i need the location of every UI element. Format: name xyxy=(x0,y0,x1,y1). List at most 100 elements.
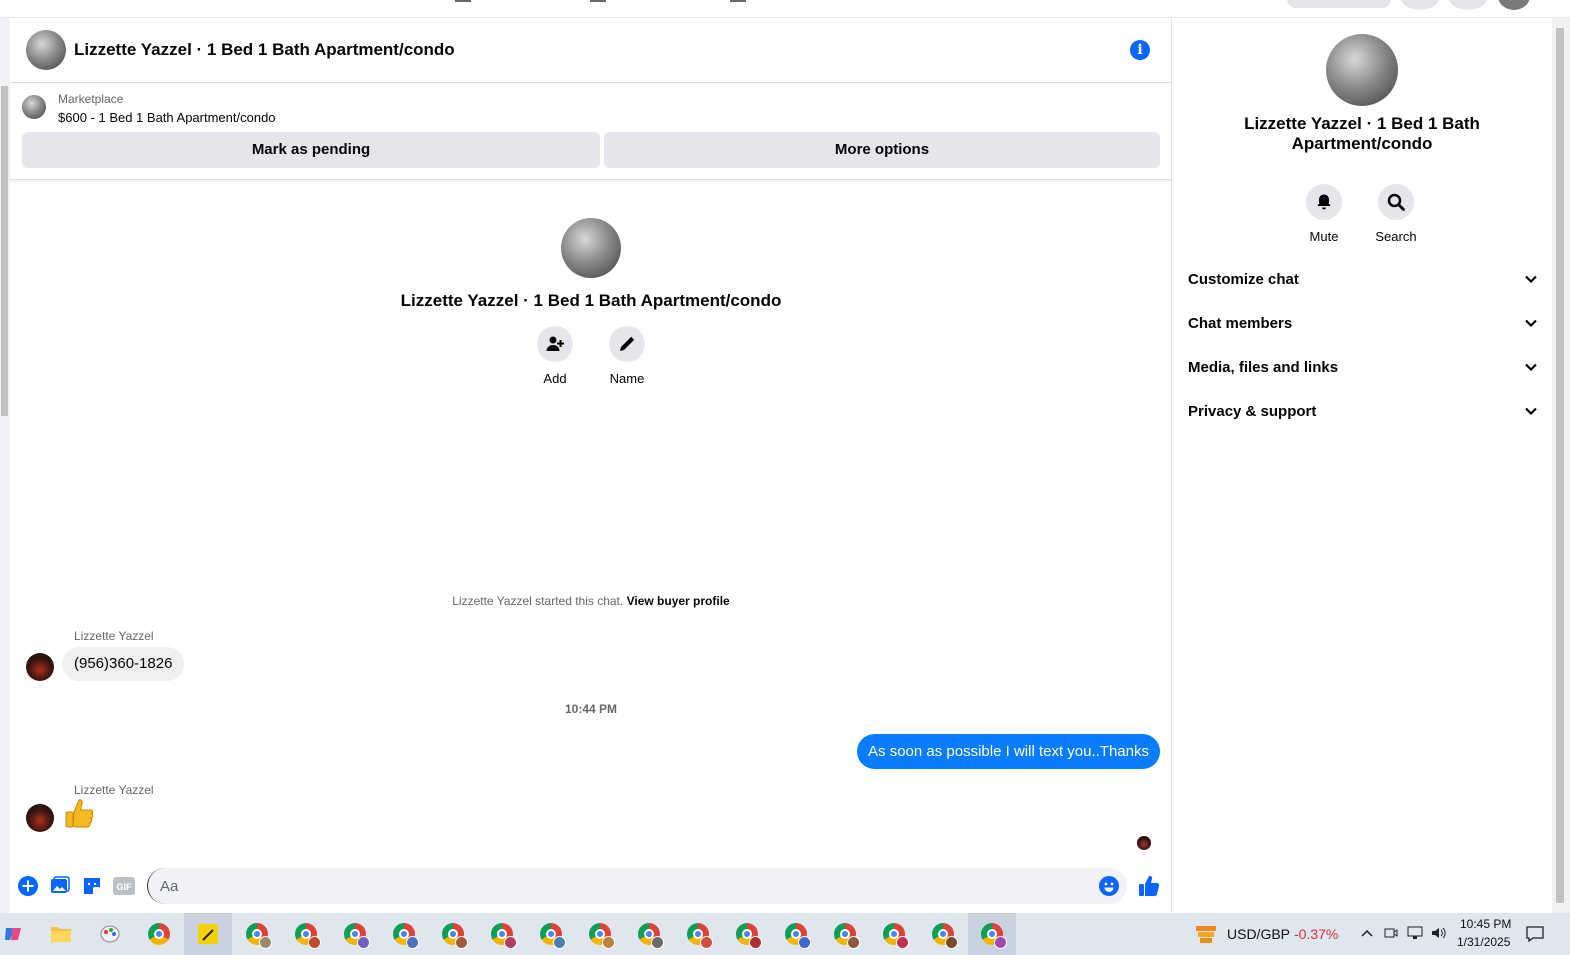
photo-icon[interactable] xyxy=(48,874,72,898)
chrome-profile-icon[interactable] xyxy=(429,913,477,955)
message-timestamp: 10:44 PM xyxy=(564,702,618,716)
volume-icon[interactable] xyxy=(1431,926,1447,943)
left-scrollbar-thumb[interactable] xyxy=(1,86,8,416)
name-label: Name xyxy=(609,371,645,386)
chrome-profile-icon[interactable] xyxy=(723,913,771,955)
page-scrollbar-thumb[interactable] xyxy=(1556,28,1564,903)
chrome-profile-icon[interactable] xyxy=(331,913,379,955)
notifications-icon[interactable] xyxy=(1526,925,1544,946)
left-scrollbar[interactable] xyxy=(0,18,10,913)
stock-label[interactable]: USD/GBP xyxy=(1227,926,1290,942)
section-label: Privacy & support xyxy=(1188,402,1317,420)
chat-started-notice: Lizzette Yazzel started this chat. View … xyxy=(10,594,1172,608)
stock-widget-icon[interactable] xyxy=(1194,922,1218,949)
section-label: Customize chat xyxy=(1188,270,1299,288)
search-label: Search xyxy=(1375,229,1417,244)
mute-label: Mute xyxy=(1309,229,1339,244)
chrome-profile-icon[interactable] xyxy=(968,913,1016,955)
outgoing-message[interactable]: As soon as possible I will text you..Tha… xyxy=(857,734,1160,769)
taskbar: USD/GBP -0.37% 10:45 PM 1/31/2025 xyxy=(0,913,1570,955)
messenger-icon[interactable] xyxy=(1448,0,1488,10)
intro-avatar xyxy=(561,218,621,278)
view-buyer-profile-link[interactable]: View buyer profile xyxy=(627,594,730,608)
chat-intro: Lizzette Yazzel · 1 Bed 1 Bath Apartment… xyxy=(10,218,1172,311)
chrome-profile-icon[interactable] xyxy=(527,913,575,955)
chevron-down-icon xyxy=(1525,319,1537,328)
add-person-icon xyxy=(537,326,573,362)
info-icon[interactable]: i xyxy=(1130,40,1150,60)
listing-title[interactable]: $600 - 1 Bed 1 Bath Apartment/condo xyxy=(58,110,276,125)
mark-as-pending-button[interactable]: Mark as pending xyxy=(22,132,600,168)
sticky-notes-icon[interactable] xyxy=(184,913,232,955)
marketplace-label: Marketplace xyxy=(58,92,124,106)
sender-avatar[interactable] xyxy=(26,653,54,681)
thumbs-up-emoji-icon xyxy=(65,799,94,828)
page-scrollbar[interactable] xyxy=(1552,18,1570,913)
video-tab-icon[interactable] xyxy=(590,0,606,2)
edit-name-button[interactable]: Name xyxy=(597,326,657,386)
like-icon[interactable] xyxy=(1137,874,1161,898)
media-files-links-section[interactable]: Media, files and links xyxy=(1188,345,1538,389)
chrome-profile-icon[interactable] xyxy=(576,913,624,955)
menu-icon[interactable] xyxy=(1400,0,1440,10)
message-composer: GIF xyxy=(10,863,1172,913)
chrome-profile-icon[interactable] xyxy=(919,913,967,955)
nav-pill-button[interactable] xyxy=(1287,0,1391,8)
chat-panel: Lizzette Yazzel · 1 Bed 1 Bath Apartment… xyxy=(10,18,1172,913)
add-people-button[interactable]: Add xyxy=(525,326,585,386)
privacy-support-section[interactable]: Privacy & support xyxy=(1188,389,1538,433)
chrome-profile-icon[interactable] xyxy=(380,913,428,955)
plus-icon[interactable] xyxy=(16,874,40,898)
message-input[interactable] xyxy=(147,868,1127,904)
chrome-profile-icon[interactable] xyxy=(870,913,918,955)
chrome-profile-icon[interactable] xyxy=(674,913,722,955)
chevron-down-icon xyxy=(1525,275,1537,284)
search-button[interactable]: Search xyxy=(1366,184,1426,244)
clock-date[interactable]: 1/31/2025 xyxy=(1457,935,1510,949)
chrome-profile-icon[interactable] xyxy=(233,913,281,955)
chevron-up-icon[interactable] xyxy=(1360,926,1374,943)
mute-button[interactable]: Mute xyxy=(1294,184,1354,244)
chevron-down-icon xyxy=(1525,363,1537,372)
chrome-profile-icon[interactable] xyxy=(478,913,526,955)
network-icon[interactable] xyxy=(1407,926,1423,943)
meet-icon[interactable] xyxy=(1384,926,1398,943)
svg-text:GIF: GIF xyxy=(117,882,133,892)
home-tab-icon[interactable] xyxy=(455,0,471,2)
paint-icon[interactable] xyxy=(86,913,134,955)
chrome-profile-icon[interactable] xyxy=(821,913,869,955)
groups-tab-icon[interactable] xyxy=(730,0,746,2)
intro-name: Lizzette Yazzel · 1 Bed 1 Bath Apartment… xyxy=(400,291,782,310)
chevron-down-icon xyxy=(1525,407,1537,416)
emoji-icon[interactable] xyxy=(1097,874,1121,898)
clock-time[interactable]: 10:45 PM xyxy=(1460,917,1511,931)
info-name: Lizzette Yazzel · 1 Bed 1 Bath Apartment… xyxy=(1244,114,1480,153)
gif-icon[interactable]: GIF xyxy=(112,874,136,898)
chrome-icon[interactable] xyxy=(135,913,183,955)
thumbs-up-message[interactable] xyxy=(64,798,94,835)
listing-thumbnail[interactable] xyxy=(22,95,46,119)
section-label: Chat members xyxy=(1188,314,1293,332)
sticker-icon[interactable] xyxy=(80,874,104,898)
info-avatar[interactable] xyxy=(1326,34,1398,106)
copilot-icon[interactable] xyxy=(0,913,26,955)
chat-members-section[interactable]: Chat members xyxy=(1188,301,1538,345)
search-icon xyxy=(1378,184,1414,220)
add-label: Add xyxy=(543,371,567,386)
incoming-message[interactable]: (956)360-1826 xyxy=(62,647,185,681)
chrome-profile-icon[interactable] xyxy=(625,913,673,955)
message-sender: Lizzette Yazzel xyxy=(74,783,154,797)
chrome-profile-icon[interactable] xyxy=(282,913,330,955)
message-sender: Lizzette Yazzel xyxy=(74,629,154,643)
customize-chat-section[interactable]: Customize chat xyxy=(1188,257,1538,301)
file-explorer-icon[interactable] xyxy=(37,913,85,955)
stock-change[interactable]: -0.37% xyxy=(1294,926,1338,942)
chrome-profile-icon[interactable] xyxy=(772,913,820,955)
more-options-button[interactable]: More options xyxy=(604,132,1160,168)
chat-title[interactable]: Lizzette Yazzel · 1 Bed 1 Bath Apartment… xyxy=(74,40,455,60)
sender-avatar[interactable] xyxy=(26,804,54,832)
account-avatar[interactable] xyxy=(1498,0,1530,10)
chat-avatar[interactable] xyxy=(26,30,66,70)
section-label: Media, files and links xyxy=(1188,358,1339,376)
marketplace-banner: Marketplace $600 - 1 Bed 1 Bath Apartmen… xyxy=(10,83,1172,180)
